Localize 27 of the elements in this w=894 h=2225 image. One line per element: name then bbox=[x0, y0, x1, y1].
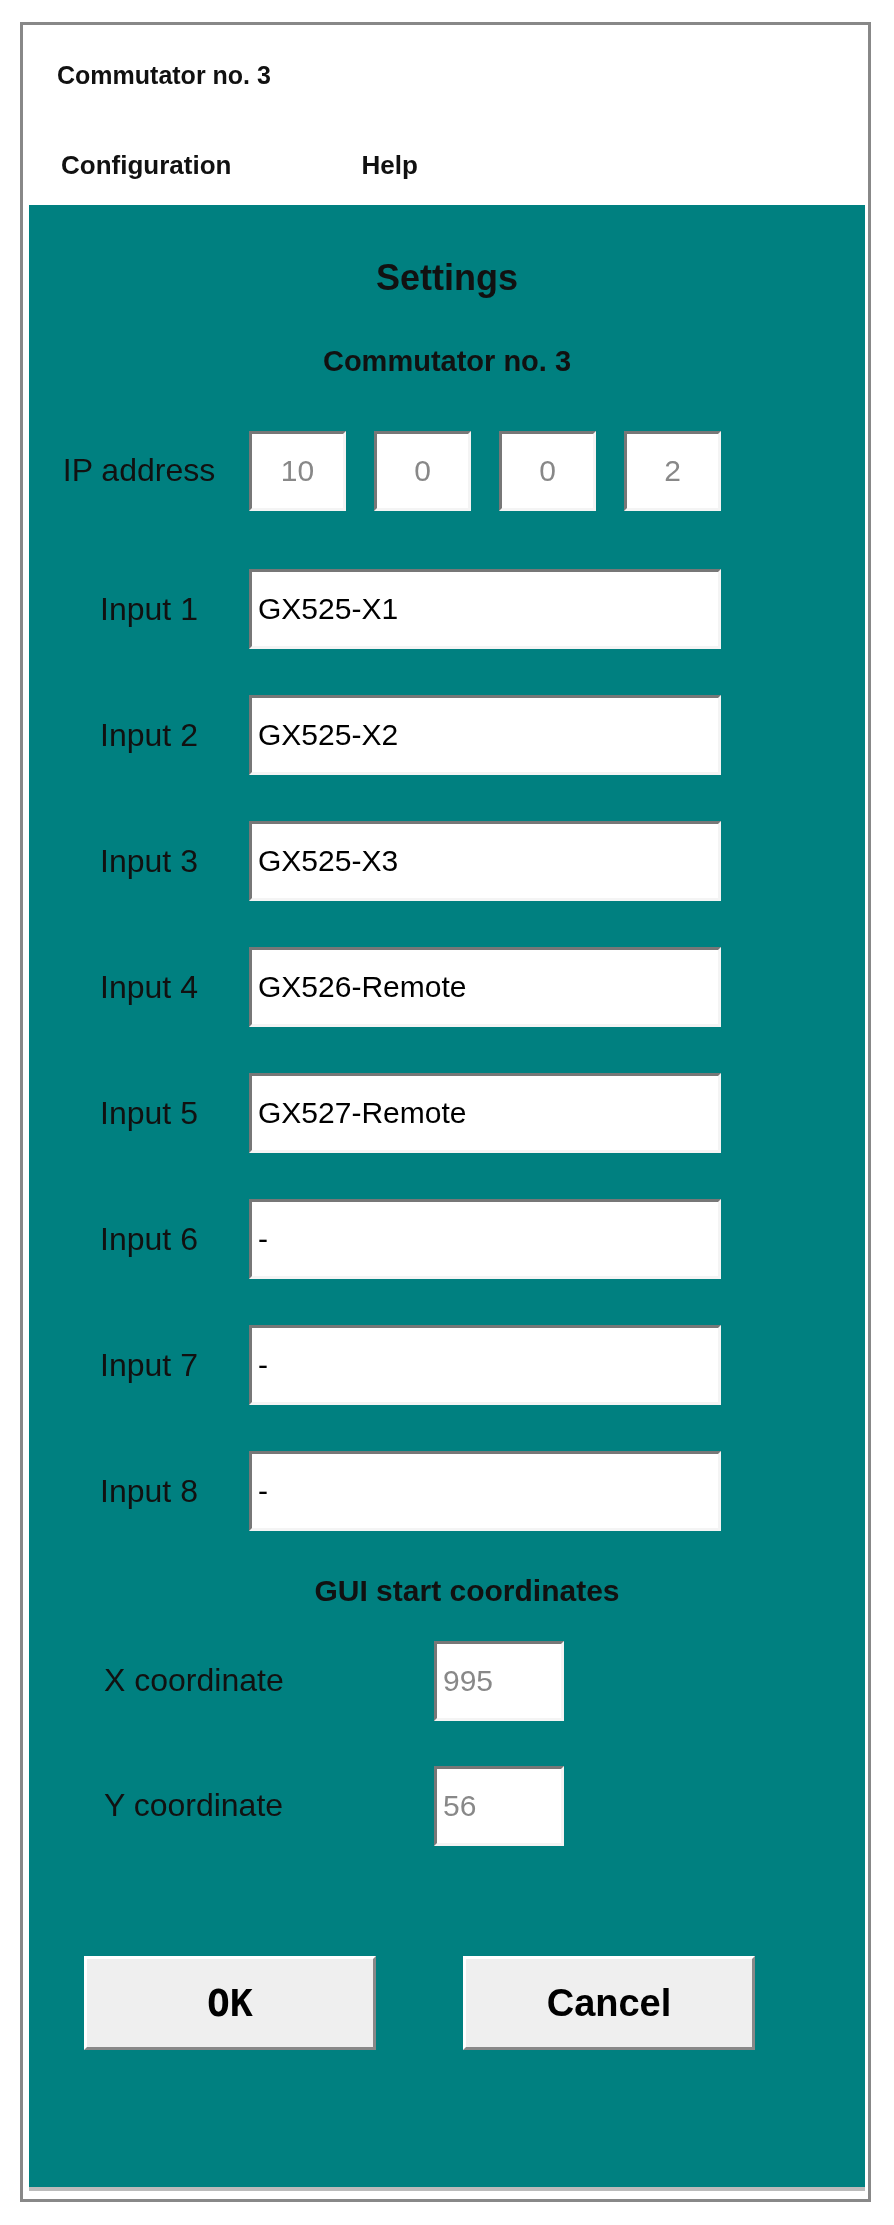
input-label: Input 2 bbox=[99, 716, 199, 754]
cancel-button[interactable]: Cancel bbox=[463, 1956, 755, 2050]
input-name-field[interactable]: GX525-X2 bbox=[249, 695, 721, 775]
coordinate-label: X coordinate bbox=[104, 1662, 285, 1699]
ok-button[interactable]: OK bbox=[84, 1956, 376, 2050]
ip-address-label: IP address bbox=[61, 453, 217, 489]
input-label: Input 5 bbox=[99, 1094, 199, 1132]
input-label: Input 7 bbox=[99, 1346, 199, 1384]
input-label: Input 1 bbox=[99, 590, 199, 628]
input-name-field[interactable]: - bbox=[249, 1199, 721, 1279]
window-title: Commutator no. 3 bbox=[57, 60, 271, 90]
menu-item[interactable]: Help bbox=[361, 149, 418, 181]
coordinates-heading: GUI start coordinates bbox=[313, 1574, 620, 1608]
settings-heading: Settings bbox=[376, 257, 518, 299]
input-name-field[interactable]: GX525-X3 bbox=[249, 821, 721, 901]
input-name-field[interactable]: - bbox=[249, 1451, 721, 1531]
coordinate-label: Y coordinate bbox=[104, 1787, 285, 1824]
input-name-field[interactable]: - bbox=[249, 1325, 721, 1405]
input-name-field[interactable]: GX525-X1 bbox=[249, 569, 721, 649]
commutator-heading: Commutator no. 3 bbox=[322, 345, 572, 378]
input-name-field[interactable]: GX526-Remote bbox=[249, 947, 721, 1027]
input-label: Input 3 bbox=[99, 842, 199, 880]
input-name-field[interactable]: GX527-Remote bbox=[249, 1073, 721, 1153]
input-label: Input 4 bbox=[99, 968, 199, 1006]
menu-item[interactable]: Configuration bbox=[61, 149, 232, 181]
input-label: Input 8 bbox=[99, 1472, 199, 1510]
input-label: Input 6 bbox=[99, 1220, 199, 1258]
